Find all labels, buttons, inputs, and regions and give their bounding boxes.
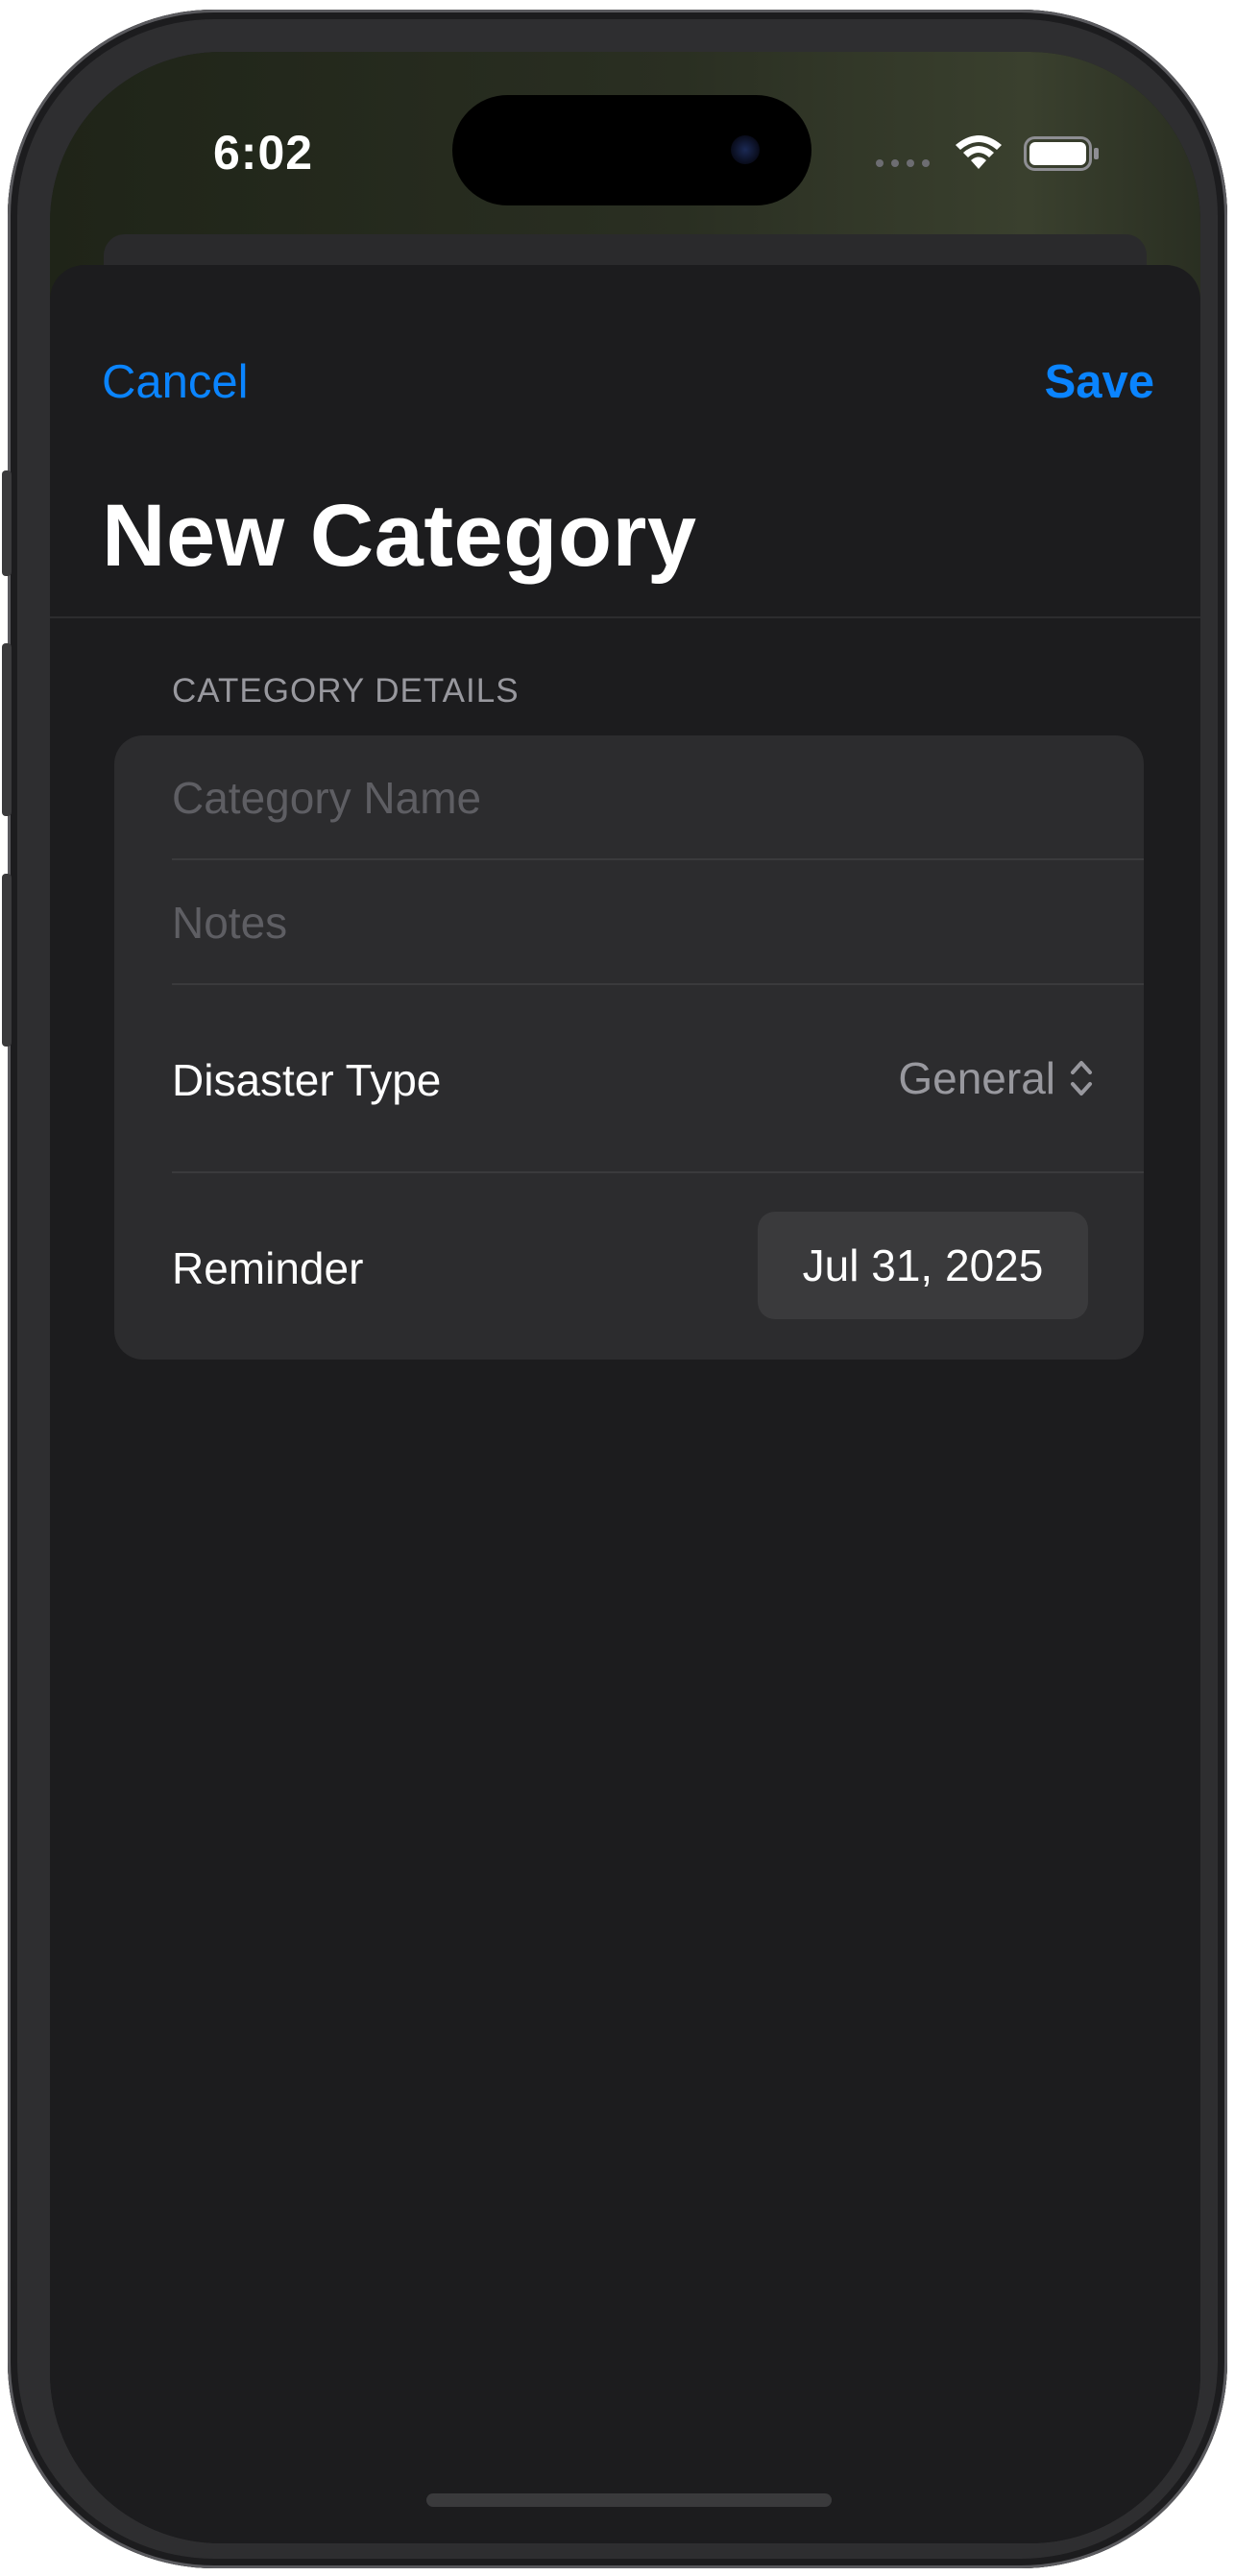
category-name-input[interactable] — [172, 735, 1113, 860]
camera-lens — [731, 135, 760, 164]
reminder-date-button[interactable]: Jul 31, 2025 — [758, 1212, 1088, 1319]
reminder-row: Reminder Jul 31, 2025 — [114, 1173, 1144, 1360]
new-category-sheet: Cancel Save New Category CATEGORY DETAIL… — [50, 265, 1200, 2543]
section-header: CATEGORY DETAILS — [172, 672, 520, 710]
category-name-row — [114, 735, 1144, 860]
action-button — [2, 470, 12, 576]
status-time: 6:02 — [213, 126, 314, 180]
volume-down-button — [2, 874, 12, 1047]
disaster-type-label: Disaster Type — [172, 1055, 442, 1105]
screen: 6:02 Cancel Save New Category CATEGORY D… — [50, 52, 1200, 2543]
disaster-type-row: Disaster Type General — [114, 985, 1144, 1173]
disaster-type-picker[interactable]: General — [898, 1052, 1094, 1104]
disaster-type-value: General — [898, 1053, 1055, 1103]
chevron-updown-icon — [1071, 1061, 1092, 1095]
save-button[interactable]: Save — [1045, 355, 1154, 409]
category-details-group: Disaster Type General Reminder Jul 31, 2… — [114, 735, 1144, 1360]
page-title: New Category — [102, 487, 697, 585]
notes-input[interactable] — [172, 860, 1113, 985]
cellular-signal-icon — [876, 159, 930, 167]
title-divider — [50, 616, 1200, 618]
dynamic-island — [452, 95, 811, 205]
phone-frame: 6:02 Cancel Save New Category CATEGORY D… — [2, 10, 1227, 2568]
cancel-button[interactable]: Cancel — [102, 355, 249, 409]
battery-icon — [1024, 136, 1099, 171]
home-indicator[interactable] — [426, 2493, 832, 2507]
wifi-icon — [956, 135, 1002, 169]
reminder-label: Reminder — [172, 1243, 364, 1293]
notes-row — [114, 860, 1144, 985]
volume-up-button — [2, 643, 12, 816]
